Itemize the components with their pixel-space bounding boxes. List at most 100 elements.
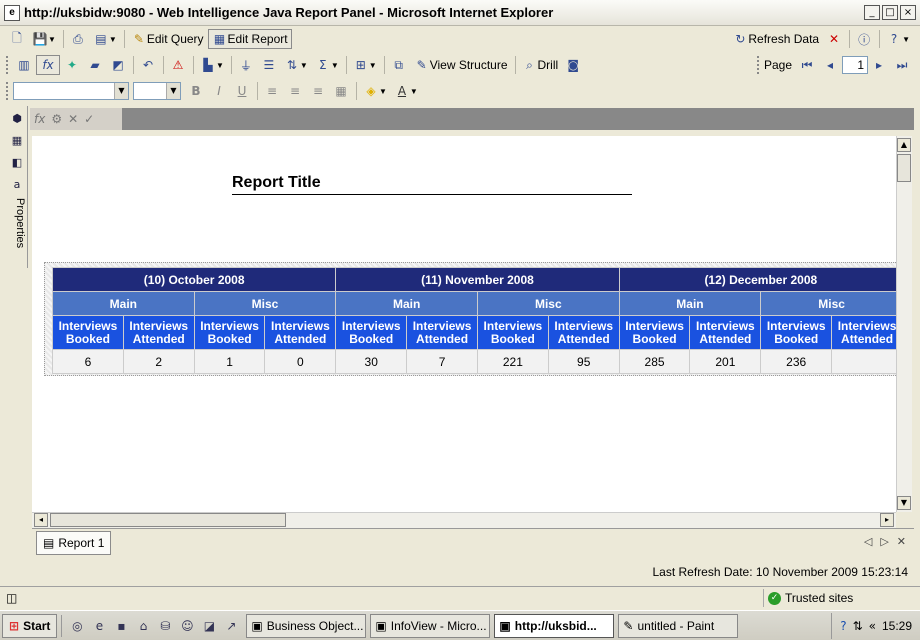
column-header[interactable]: Interviews Attended bbox=[264, 315, 337, 350]
column-header[interactable]: Interviews Attended bbox=[406, 315, 478, 350]
help-tray-icon[interactable]: ? bbox=[840, 619, 846, 633]
column-header[interactable]: Interviews Booked bbox=[335, 315, 408, 350]
month-header[interactable]: (12) December 2008 bbox=[618, 267, 896, 292]
chart-type-button[interactable]: ▙ ▼ bbox=[197, 55, 227, 75]
font-size-select[interactable]: ▼ bbox=[133, 82, 181, 100]
report-title[interactable]: Report Title bbox=[232, 174, 632, 195]
edit-report-button[interactable]: ▦ Edit Report bbox=[207, 29, 292, 49]
quicklaunch-users-icon[interactable]: ☺ bbox=[178, 617, 196, 635]
report-manager-button[interactable]: ▥ bbox=[13, 55, 35, 75]
align-center-button[interactable]: ≡ bbox=[284, 81, 306, 101]
column-header[interactable]: Interviews Attended bbox=[689, 315, 762, 350]
column-header[interactable]: Interviews Booked bbox=[760, 315, 833, 350]
filter-button[interactable]: ⏚ bbox=[235, 55, 257, 75]
purge-button[interactable]: ✕ bbox=[823, 29, 845, 49]
data-tab[interactable]: ⬢ bbox=[7, 108, 27, 128]
sort-button[interactable]: ⇅ ▼ bbox=[281, 55, 311, 75]
column-header[interactable]: Interviews Booked bbox=[52, 315, 124, 350]
minimize-button[interactable]: _ bbox=[864, 5, 880, 20]
break-button[interactable]: ☰ bbox=[258, 55, 280, 75]
group-header[interactable]: Misc bbox=[476, 291, 620, 316]
task-business-objects[interactable]: ▣ Business Object... bbox=[246, 613, 367, 638]
save-button[interactable]: 💾 ▼ bbox=[29, 29, 59, 49]
border-button[interactable]: ▦ bbox=[330, 81, 352, 101]
formula-cancel-icon[interactable]: ✕ bbox=[68, 112, 78, 126]
vertical-scrollbar[interactable]: ▲ ▼ bbox=[896, 136, 912, 512]
column-header[interactable]: Interviews Attended bbox=[122, 315, 195, 350]
column-header[interactable]: Interviews Booked bbox=[193, 315, 266, 350]
quicklaunch-database-icon[interactable]: ⛁ bbox=[156, 617, 174, 635]
table-cell[interactable]: 221 bbox=[476, 349, 549, 374]
vertical-scroll-thumb[interactable] bbox=[897, 154, 911, 182]
table-cell[interactable]: 6 bbox=[52, 349, 124, 374]
table-cell[interactable]: 201 bbox=[689, 349, 762, 374]
security-zone[interactable]: ✓ Trusted sites bbox=[763, 589, 853, 607]
copy-button[interactable]: ⧉ bbox=[388, 55, 410, 75]
align-left-button[interactable]: ≡ bbox=[261, 81, 283, 101]
font-color-button[interactable]: A ▼ bbox=[391, 81, 421, 101]
underline-button[interactable]: U bbox=[231, 81, 253, 101]
table-cell[interactable]: 0 bbox=[264, 349, 337, 374]
alerter-button[interactable]: ⚠ bbox=[167, 55, 189, 75]
expand-tray-icon[interactable]: « bbox=[869, 619, 876, 633]
network-tray-icon[interactable]: ⇅ bbox=[853, 619, 863, 633]
document-properties-button[interactable]: ⓘ bbox=[853, 29, 875, 49]
task-report-panel[interactable]: ▣ http://uksbid... bbox=[494, 613, 615, 638]
align-right-button[interactable]: ≡ bbox=[307, 81, 329, 101]
horizontal-scrollbar[interactable]: ◂ ▸ bbox=[32, 512, 896, 528]
scroll-up-button[interactable]: ▲ bbox=[897, 138, 911, 152]
undo-button[interactable]: ↶ bbox=[137, 55, 159, 75]
quicklaunch-cmd-icon[interactable]: ▪ bbox=[112, 617, 130, 635]
table-cell[interactable]: 95 bbox=[547, 349, 620, 374]
month-header[interactable]: (10) October 2008 bbox=[51, 267, 337, 292]
templates-tab[interactable]: ▦ bbox=[7, 130, 27, 150]
italic-button[interactable]: I bbox=[208, 81, 230, 101]
quicklaunch-network-icon[interactable]: ⌂ bbox=[134, 617, 152, 635]
page-number-input[interactable]: 1 bbox=[842, 56, 868, 74]
font-name-select[interactable]: ▼ bbox=[13, 82, 129, 100]
task-infoview[interactable]: ▣ InfoView - Micro... bbox=[370, 613, 491, 638]
table-cell[interactable]: 2 bbox=[122, 349, 195, 374]
group-header[interactable]: Main bbox=[52, 291, 195, 316]
format-painter-button[interactable]: ▰ bbox=[84, 55, 106, 75]
report-tab[interactable]: ▤ Report 1 bbox=[36, 531, 112, 555]
group-header[interactable]: Main bbox=[335, 291, 478, 316]
column-header[interactable]: Interviews Attended bbox=[547, 315, 620, 350]
formula-editor-icon[interactable]: ⚙ bbox=[51, 112, 62, 126]
close-button[interactable]: × bbox=[900, 5, 916, 20]
page-view-button[interactable]: ▤ ▼ bbox=[90, 29, 120, 49]
view-structure-button[interactable]: ✎ View Structure bbox=[411, 55, 511, 75]
eraser-button[interactable]: ◩ bbox=[107, 55, 129, 75]
column-header[interactable]: Interviews Attended bbox=[831, 315, 896, 350]
fill-color-button[interactable]: ◈ ▼ bbox=[360, 81, 390, 101]
scroll-left-button[interactable]: ◂ bbox=[34, 513, 48, 527]
insert-button[interactable]: ⊞ ▼ bbox=[350, 55, 380, 75]
scroll-right-button[interactable]: ▸ bbox=[880, 513, 894, 527]
formula-toolbar-button[interactable]: fx bbox=[36, 55, 60, 75]
sum-button[interactable]: Σ ▼ bbox=[312, 55, 342, 75]
formula-validate-icon[interactable]: ✓ bbox=[84, 112, 94, 126]
properties-tab[interactable]: Properties bbox=[8, 194, 26, 266]
horizontal-scroll-thumb[interactable] bbox=[50, 513, 286, 527]
crosstab-table[interactable]: (10) October 2008 (11) November 2008 (12) … bbox=[51, 267, 896, 374]
first-page-button[interactable]: ⏮ bbox=[796, 55, 818, 75]
tab-next-icon[interactable]: ▷ bbox=[880, 535, 888, 548]
last-page-button[interactable]: ⏭ bbox=[891, 55, 913, 75]
drill-button[interactable]: ⌕ Drill bbox=[519, 55, 562, 75]
map-tab[interactable]: ◧ bbox=[7, 152, 27, 172]
next-page-button[interactable]: ▸ bbox=[868, 55, 890, 75]
variable-button[interactable]: ✦ bbox=[61, 55, 83, 75]
group-header[interactable]: Main bbox=[618, 291, 762, 316]
quicklaunch-tool-icon[interactable]: ↗ bbox=[222, 617, 240, 635]
table-cell[interactable]: 285 bbox=[618, 349, 691, 374]
start-button[interactable]: ⊞ Start bbox=[2, 613, 58, 638]
group-header[interactable]: Misc bbox=[193, 291, 337, 316]
column-header[interactable]: Interviews Booked bbox=[618, 315, 691, 350]
quicklaunch-chart-icon[interactable]: ◪ bbox=[200, 617, 218, 635]
task-paint[interactable]: ✎ untitled - Paint bbox=[618, 613, 739, 638]
snapshot-button[interactable]: ◙ bbox=[562, 55, 584, 75]
table-cell[interactable]: 7 bbox=[406, 349, 478, 374]
previous-page-button[interactable]: ◂ bbox=[819, 55, 841, 75]
quicklaunch-desktop-icon[interactable]: ◎ bbox=[68, 617, 86, 635]
bold-button[interactable]: B bbox=[185, 81, 207, 101]
